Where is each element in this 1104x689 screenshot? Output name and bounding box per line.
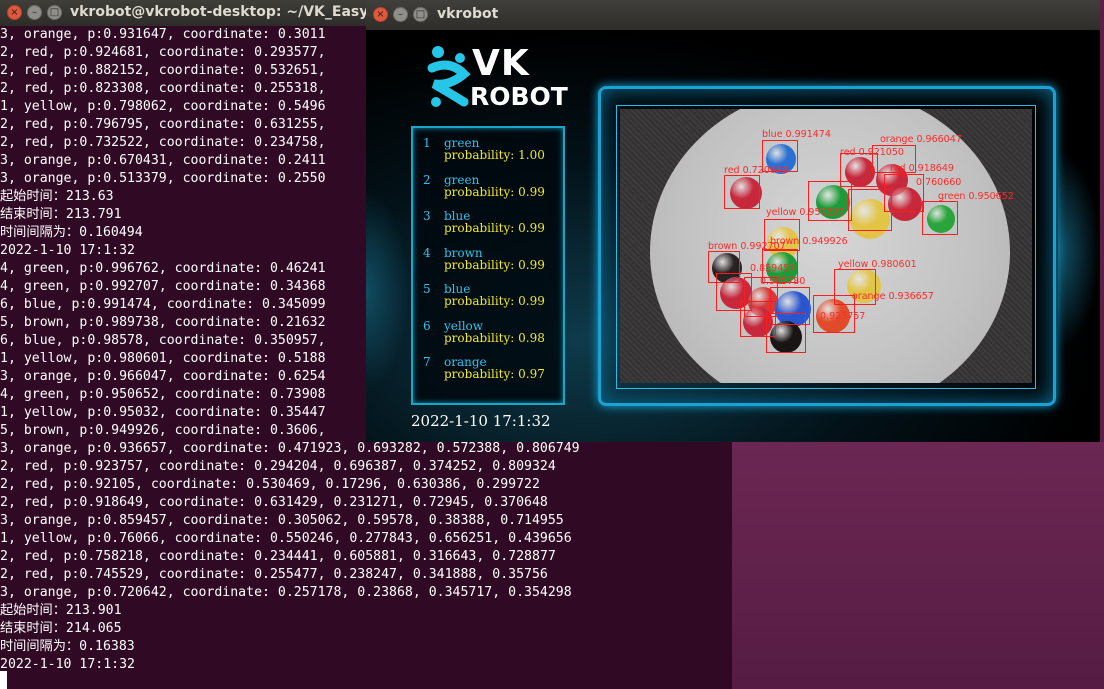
result-probability: probability: 0.97 [444, 367, 545, 381]
vkrobot-titlebar[interactable]: × – □ vkrobot [366, 0, 1100, 30]
detection-label: orange 0.936657 [852, 291, 934, 302]
result-index: 3 [423, 209, 431, 223]
timestamp: 2022-1-10 17:1:32 [411, 412, 551, 430]
close-window-button[interactable]: × [373, 7, 388, 22]
detection-label: blue 0.991474 [762, 129, 831, 140]
vk-robot-logo: VK ROBOT [426, 42, 568, 112]
decorative-glow [366, 190, 410, 390]
detection-label: orange 0.966047 [880, 134, 962, 145]
detection-label: brown 0.949926 [770, 236, 848, 247]
minimize-window-button[interactable]: – [393, 7, 408, 22]
result-probability: probability: 0.99 [444, 294, 545, 308]
detection-label: green 0.950652 [938, 191, 1014, 202]
terminal-line: 2022-1-10 17:1:32 [0, 657, 135, 672]
terminal-line: 3, orange, p:0.859457, coordinate: 0.305… [0, 513, 564, 528]
detection-label: 0.760660 [916, 177, 962, 188]
detection-label: 0.859457 [750, 263, 796, 274]
terminal-line: 起始时间：213.901 [0, 603, 122, 618]
result-item: 5 blue probability: 0.99 [413, 282, 563, 318]
detection-label: red 0.918649 [890, 163, 954, 174]
desktop-background [732, 442, 1104, 689]
detection-results-panel: 1 green probability: 1.00 2 green probability… [411, 126, 565, 405]
terminal-line: 2, red, p:0.92105, coordinate: 0.530469,… [0, 477, 540, 492]
detection-label: yellow 0.950320 [766, 207, 845, 218]
result-index: 2 [423, 172, 431, 187]
decorative-glow [1058, 150, 1100, 350]
terminal-line: 2, red, p:0.745529, coordinate: 0.255477… [0, 567, 548, 582]
terminal-line: 1, yellow, p:0.76066, coordinate: 0.5502… [0, 531, 572, 546]
terminal-line: 3, orange, p:0.936657, coordinate: 0.471… [0, 441, 580, 456]
detection-label: red 0.921050 [840, 147, 904, 158]
result-probability: probability: 0.99 [444, 184, 545, 199]
detection-box [724, 175, 760, 209]
close-window-button[interactable]: × [7, 5, 22, 20]
result-index: 5 [423, 282, 431, 296]
terminal-cursor [0, 671, 7, 689]
vkrobot-canvas: VK ROBOT 1 green probability: 1.00 2 green pr… [366, 30, 1100, 442]
result-item: 3 blue probability: 0.99 [413, 209, 563, 245]
detection-box [848, 189, 892, 231]
detection-label: 0.923757 [820, 311, 866, 322]
maximize-window-button[interactable]: □ [47, 5, 62, 20]
terminal-line: 时间间隔为：0.16383 [0, 639, 135, 654]
minimize-window-button[interactable]: – [27, 5, 42, 20]
logo-text-vk: VK [472, 43, 530, 84]
detection-box [922, 201, 958, 235]
detection-label: yellow 0.980601 [838, 259, 917, 270]
result-index: 6 [423, 318, 431, 333]
result-item: 2 green probability: 0.99 [413, 173, 563, 209]
detection-label: 0.985780 [760, 276, 806, 287]
detection-box [766, 313, 806, 353]
terminal-line: 结束时间：214.065 [0, 621, 122, 636]
camera-view: blue 0.991474 orange 0.966047 red 0.921050… [620, 109, 1032, 383]
terminal-title: vkrobot@vkrobot-desktop: ~/VK_EasyEd [70, 4, 388, 20]
result-item: 7 orange probability: 0.97 [413, 355, 563, 391]
terminal-line: 2, red, p:0.758218, coordinate: 0.234441… [0, 549, 556, 564]
result-probability: probability: 0.98 [444, 330, 545, 345]
logo-mark-icon [427, 46, 471, 107]
result-item: 1 green probability: 1.00 [413, 136, 563, 172]
detection-label: red 0.720642 [724, 165, 788, 176]
vkrobot-window[interactable]: × – □ vkrobot VK ROBOT 1 green probability… [366, 0, 1100, 442]
result-item: 4 brown probability: 0.99 [413, 246, 563, 282]
terminal-line: 2, red, p:0.918649, coordinate: 0.631429… [0, 495, 548, 510]
vkrobot-title: vkrobot [437, 6, 499, 22]
logo-text-robot: ROBOT [470, 82, 568, 111]
maximize-window-button[interactable]: □ [413, 7, 428, 22]
result-probability: probability: 0.99 [444, 221, 545, 235]
result-index: 7 [423, 355, 431, 369]
result-index: 1 [423, 136, 431, 150]
terminal-line: 2, red, p:0.923757, coordinate: 0.294204… [0, 459, 556, 474]
result-probability: probability: 0.99 [444, 257, 545, 272]
result-probability: probability: 1.00 [444, 148, 545, 162]
result-index: 4 [423, 245, 431, 260]
terminal-line: 3, orange, p:0.720642, coordinate: 0.257… [0, 585, 572, 600]
result-item: 6 yellow probability: 0.98 [413, 319, 563, 355]
